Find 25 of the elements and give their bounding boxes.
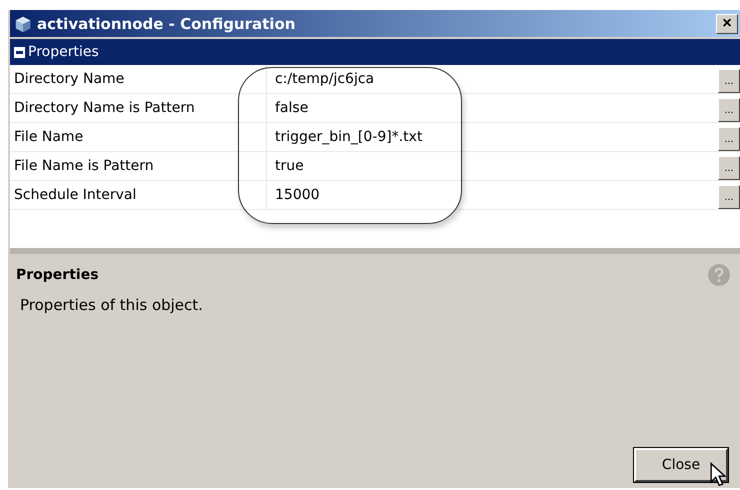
property-name: Schedule Interval — [10, 181, 267, 209]
collapse-icon[interactable] — [14, 46, 25, 58]
edit-button[interactable]: ... — [718, 98, 740, 122]
close-button[interactable]: × — [716, 14, 738, 34]
property-value[interactable]: true — [267, 152, 718, 180]
edit-button[interactable]: ... — [718, 185, 740, 209]
description-title: Properties — [16, 267, 99, 283]
property-name: File Name is Pattern — [10, 152, 267, 180]
property-value[interactable]: trigger_bin_[0-9]*.txt — [267, 123, 718, 151]
property-value[interactable]: c:/temp/jc6jca — [267, 65, 718, 93]
section-header[interactable]: Properties — [10, 37, 740, 65]
section-label: Properties — [28, 44, 99, 60]
edit-button[interactable]: ... — [718, 127, 740, 151]
property-value[interactable]: false — [267, 94, 718, 122]
property-value[interactable]: 15000 — [267, 181, 718, 209]
window-title: activationnode - Configuration — [37, 14, 296, 32]
edit-button[interactable]: ... — [718, 156, 740, 180]
property-name: Directory Name — [10, 65, 267, 93]
property-name: Directory Name is Pattern — [10, 94, 267, 122]
cursor-icon — [710, 462, 726, 488]
edit-button[interactable]: ... — [718, 69, 740, 93]
description-text: Properties of this object. — [20, 296, 204, 314]
property-name: File Name — [10, 123, 267, 151]
close-dialog-button[interactable]: Close — [634, 448, 728, 482]
cube-icon — [14, 14, 32, 32]
